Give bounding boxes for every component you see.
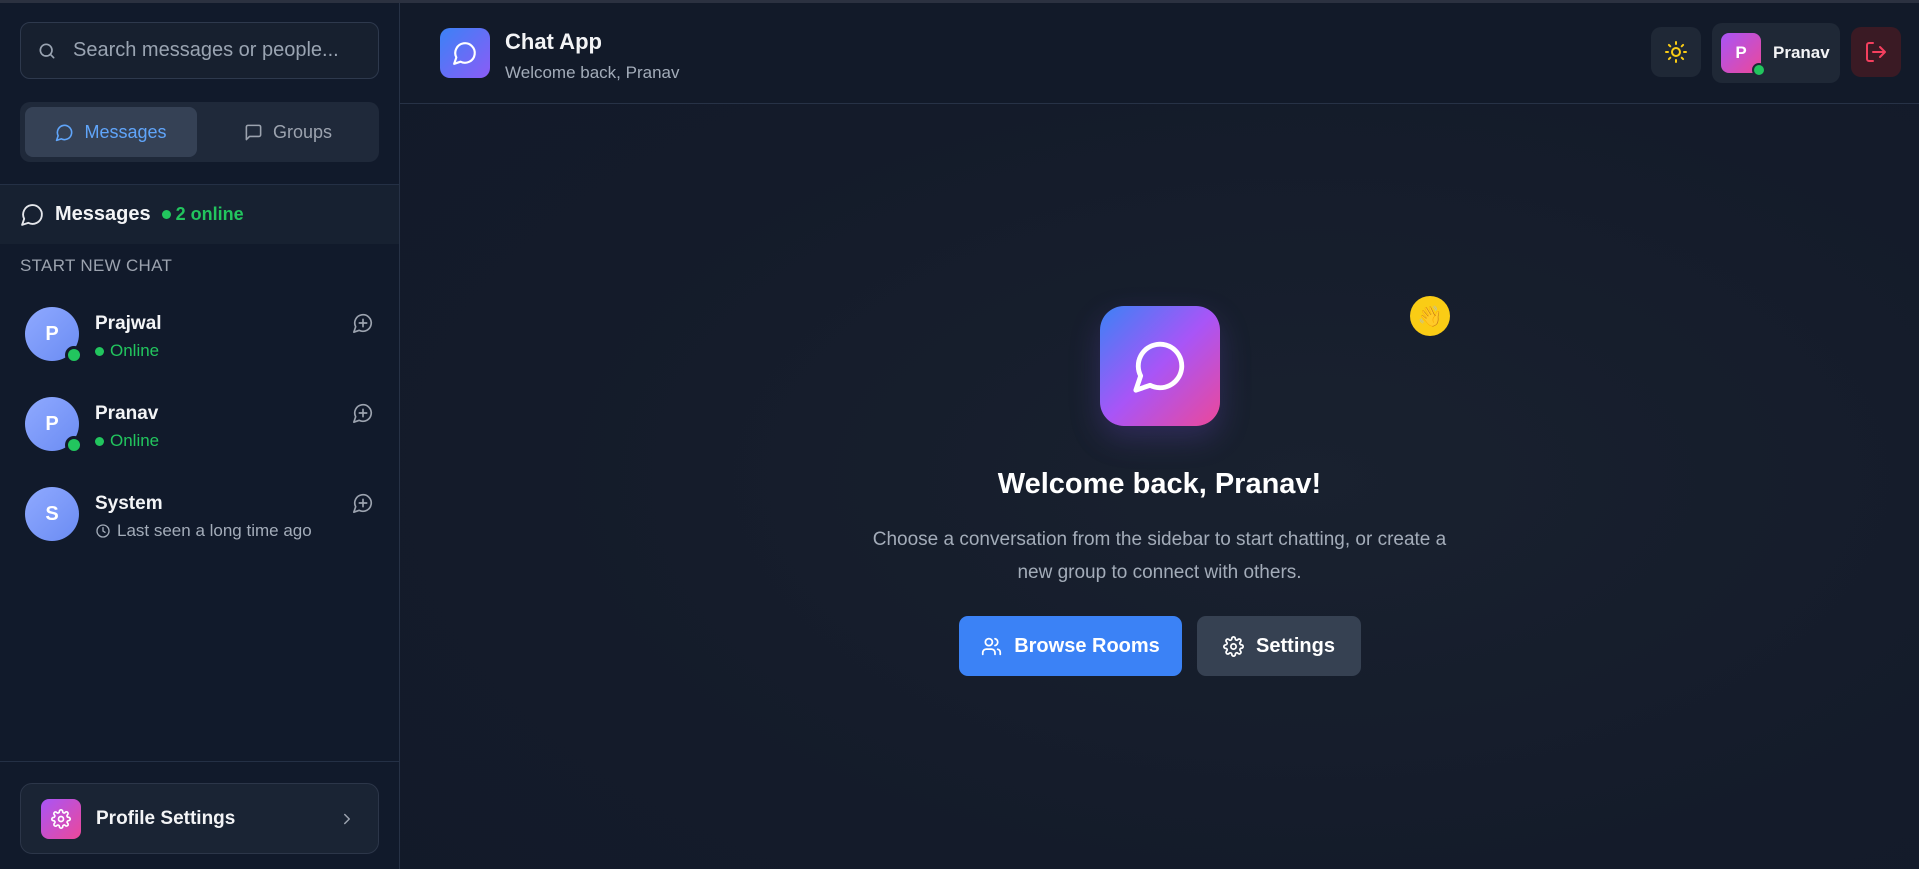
app-logo bbox=[440, 28, 490, 78]
contact-status: Online bbox=[95, 431, 159, 451]
tab-groups[interactable]: Groups bbox=[202, 107, 374, 157]
contact-name: System bbox=[95, 493, 163, 514]
top-header: Chat App Welcome back, Pranav P Pranav bbox=[400, 3, 1919, 104]
contact-status-text: Last seen a long time ago bbox=[117, 521, 312, 540]
start-chat-icon[interactable] bbox=[352, 312, 374, 334]
search-icon bbox=[39, 43, 55, 59]
online-status-badge bbox=[1752, 63, 1766, 77]
avatar: P bbox=[1721, 33, 1766, 77]
chat-app: Messages Groups Messages 2 online START … bbox=[0, 0, 1919, 869]
online-dot bbox=[95, 436, 104, 446]
logout-button[interactable] bbox=[1851, 27, 1901, 77]
sun-icon bbox=[1665, 41, 1687, 63]
tab-groups-label: Groups bbox=[272, 121, 333, 142]
chat-bubble-icon bbox=[453, 42, 476, 65]
welcome-chat-icon-box bbox=[1100, 306, 1220, 426]
chat-bubble-icon bbox=[56, 124, 73, 141]
start-chat-icon[interactable] bbox=[352, 492, 374, 514]
chevron-right-icon bbox=[344, 813, 350, 824]
start-new-chat-heading: START NEW CHAT bbox=[20, 256, 173, 275]
contact-item-prajwal[interactable]: P Prajwal Online bbox=[0, 300, 399, 386]
sidebar: Messages Groups Messages 2 online START … bbox=[0, 3, 400, 869]
avatar: P bbox=[25, 307, 83, 364]
contact-item-pranav[interactable]: P Pranav Online bbox=[0, 390, 399, 476]
message-square-icon bbox=[245, 124, 262, 140]
avatar-initial: P bbox=[45, 412, 59, 435]
gear-icon bbox=[51, 808, 71, 829]
chat-bubble-icon bbox=[21, 204, 43, 226]
contact-name: Pranav bbox=[95, 403, 159, 424]
profile-settings-button[interactable]: Profile Settings bbox=[20, 783, 379, 854]
users-icon bbox=[982, 637, 1002, 655]
app-subtitle: Welcome back, Pranav bbox=[505, 63, 680, 82]
logout-icon bbox=[1866, 42, 1886, 62]
app-title: Chat App bbox=[505, 29, 602, 54]
settings-label: Settings bbox=[1256, 634, 1335, 657]
contact-status: Last seen a long time ago bbox=[95, 521, 312, 541]
browse-rooms-label: Browse Rooms bbox=[1014, 634, 1160, 657]
messages-section-header: Messages 2 online bbox=[0, 184, 399, 244]
contact-status-text: Online bbox=[110, 431, 160, 450]
online-dot bbox=[95, 346, 104, 356]
clock-icon bbox=[96, 524, 110, 538]
avatar-initial: P bbox=[1735, 43, 1747, 62]
welcome-text: Choose a conversation from the sidebar t… bbox=[872, 529, 1447, 583]
online-status-badge bbox=[65, 436, 83, 454]
avatar-initial: P bbox=[45, 322, 59, 345]
avatar-initial: S bbox=[45, 502, 59, 525]
main-panel: Chat App Welcome back, Pranav P Pranav 👋… bbox=[400, 3, 1919, 869]
sidebar-tabs: Messages Groups bbox=[20, 102, 379, 162]
tab-messages[interactable]: Messages bbox=[25, 107, 197, 157]
theme-toggle-button[interactable] bbox=[1651, 27, 1701, 77]
online-indicator bbox=[161, 210, 171, 219]
waving-hand-icon: 👋 bbox=[1410, 296, 1450, 336]
section-title: Messages bbox=[55, 203, 151, 225]
contact-status-text: Online bbox=[110, 341, 160, 360]
online-count: 2 online bbox=[175, 204, 244, 224]
contact-name: Prajwal bbox=[95, 313, 162, 334]
search-input[interactable] bbox=[71, 38, 378, 63]
contact-item-system[interactable]: S System Last seen a long time ago bbox=[0, 480, 399, 566]
start-chat-icon[interactable] bbox=[352, 402, 374, 424]
user-menu[interactable]: P Pranav bbox=[1712, 23, 1840, 83]
welcome-title: Welcome back, Pranav! bbox=[997, 468, 1322, 500]
gear-icon bbox=[1223, 635, 1244, 657]
profile-settings-label: Profile Settings bbox=[96, 807, 236, 829]
user-name: Pranav bbox=[1773, 43, 1830, 62]
contact-status: Online bbox=[95, 341, 159, 361]
browse-rooms-button[interactable]: Browse Rooms bbox=[959, 616, 1182, 676]
divider bbox=[0, 761, 399, 762]
avatar: S bbox=[25, 487, 79, 541]
search-box[interactable] bbox=[20, 22, 379, 79]
avatar: P bbox=[25, 397, 83, 454]
tab-messages-label: Messages bbox=[84, 121, 167, 142]
chat-bubble-icon bbox=[1133, 341, 1185, 393]
online-status-badge bbox=[65, 346, 83, 364]
settings-button[interactable]: Settings bbox=[1197, 616, 1361, 676]
profile-settings-icon-box bbox=[41, 798, 81, 839]
